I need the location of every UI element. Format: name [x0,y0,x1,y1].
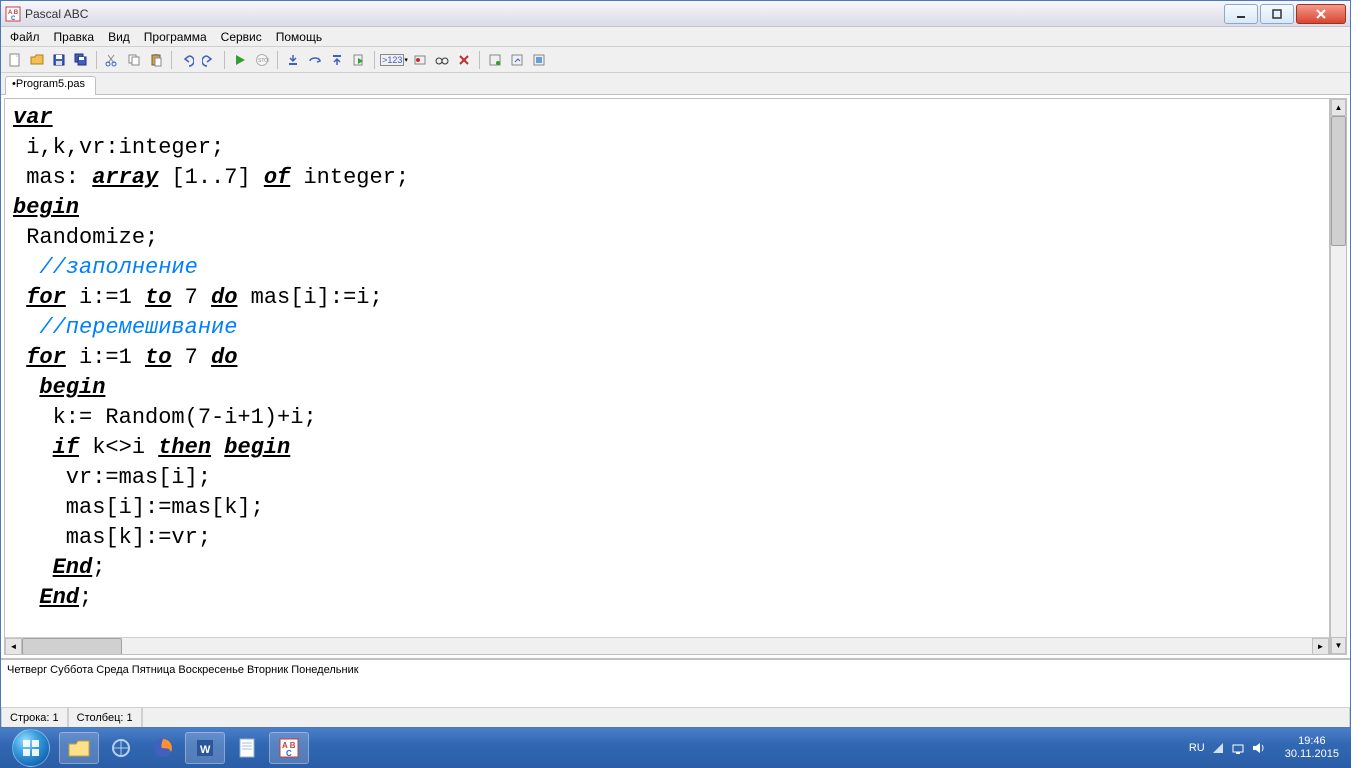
glasses-icon[interactable] [432,50,452,70]
tool-icon-1[interactable] [485,50,505,70]
vscroll-thumb[interactable] [1331,116,1346,246]
maximize-button[interactable] [1260,4,1294,24]
menu-service[interactable]: Сервис [214,28,269,46]
save-all-icon[interactable] [71,50,91,70]
run-icon[interactable] [230,50,250,70]
taskbar[interactable]: W A BC RU 19:46 30.11.2015 [0,728,1351,768]
scroll-right-icon[interactable]: ► [1312,638,1329,655]
step-out-icon[interactable] [327,50,347,70]
run-to-cursor-icon[interactable] [349,50,369,70]
status-column: Столбец: 1 [68,708,142,727]
start-button[interactable] [4,728,58,768]
menubar: Файл Правка Вид Программа Сервис Помощь [1,27,1350,47]
open-file-icon[interactable] [27,50,47,70]
tray-clock[interactable]: 19:46 30.11.2015 [1277,735,1347,761]
tool-icon-2[interactable] [507,50,527,70]
taskbar-pascal-icon[interactable]: A BC [269,732,309,764]
paste-icon[interactable] [146,50,166,70]
tray-network-icon[interactable] [1231,741,1245,755]
editor-area: var i,k,vr:integer; mas: array [1..7] of… [1,95,1350,659]
output-text: Четверг Суббота Среда Пятница Воскресень… [7,664,359,676]
system-tray: RU 19:46 30.11.2015 [1183,728,1347,768]
vertical-scrollbar[interactable]: ▲ ▼ [1330,98,1347,655]
horizontal-scrollbar[interactable]: ◄ ► [5,637,1329,654]
stop-icon[interactable]: STOP [252,50,272,70]
window-controls [1222,4,1346,24]
redo-icon[interactable] [199,50,219,70]
tabbar: •Program5.pas [1,73,1350,95]
new-file-icon[interactable] [5,50,25,70]
tray-date: 30.11.2015 [1285,748,1339,761]
taskbar-app-icon-1[interactable] [101,732,141,764]
breakpoint-icon[interactable] [410,50,430,70]
taskbar-notepad-icon[interactable] [227,732,267,764]
tool-icon-3[interactable] [529,50,549,70]
close-button[interactable] [1296,4,1346,24]
delete-bp-icon[interactable] [454,50,474,70]
watch-icon[interactable]: >123▾ [380,50,408,70]
menu-edit[interactable]: Правка [47,28,102,46]
minimize-button[interactable] [1224,4,1258,24]
tray-volume-icon[interactable] [1251,741,1265,755]
svg-text:C: C [286,749,292,758]
file-tab[interactable]: •Program5.pas [5,76,96,95]
undo-icon[interactable] [177,50,197,70]
save-icon[interactable] [49,50,69,70]
scroll-up-icon[interactable]: ▲ [1331,99,1346,116]
titlebar[interactable]: A BC Pascal ABC [1,1,1350,27]
statusbar: Строка: 1 Столбец: 1 [1,707,1350,727]
menu-file[interactable]: Файл [3,28,47,46]
menu-view[interactable]: Вид [101,28,137,46]
scroll-down-icon[interactable]: ▼ [1331,637,1346,654]
app-icon: A BC [5,6,21,22]
tray-flag-icon[interactable] [1211,741,1225,755]
cut-icon[interactable] [102,50,122,70]
output-panel: Четверг Суббота Среда Пятница Воскресень… [1,659,1350,707]
taskbar-firefox-icon[interactable] [143,732,183,764]
menu-program[interactable]: Программа [137,28,214,46]
copy-icon[interactable] [124,50,144,70]
hscroll-thumb[interactable] [22,638,122,655]
svg-text:W: W [200,744,211,756]
status-empty [142,708,1350,727]
scroll-left-icon[interactable]: ◄ [5,638,22,655]
window-title: Pascal ABC [25,7,88,21]
taskbar-word-icon[interactable]: W [185,732,225,764]
tray-lang[interactable]: RU [1189,742,1205,754]
step-into-icon[interactable] [283,50,303,70]
menu-help[interactable]: Помощь [269,28,329,46]
tray-time: 19:46 [1298,735,1326,748]
svg-text:STOP: STOP [258,58,269,64]
svg-text:C: C [11,16,16,22]
taskbar-explorer-icon[interactable] [59,732,99,764]
toolbar: STOP >123▾ [1,47,1350,73]
status-line: Строка: 1 [1,708,68,727]
code-editor[interactable]: var i,k,vr:integer; mas: array [1..7] of… [4,98,1330,655]
step-over-icon[interactable] [305,50,325,70]
app-window: A BC Pascal ABC Файл Правка Вид Программ… [0,0,1351,728]
